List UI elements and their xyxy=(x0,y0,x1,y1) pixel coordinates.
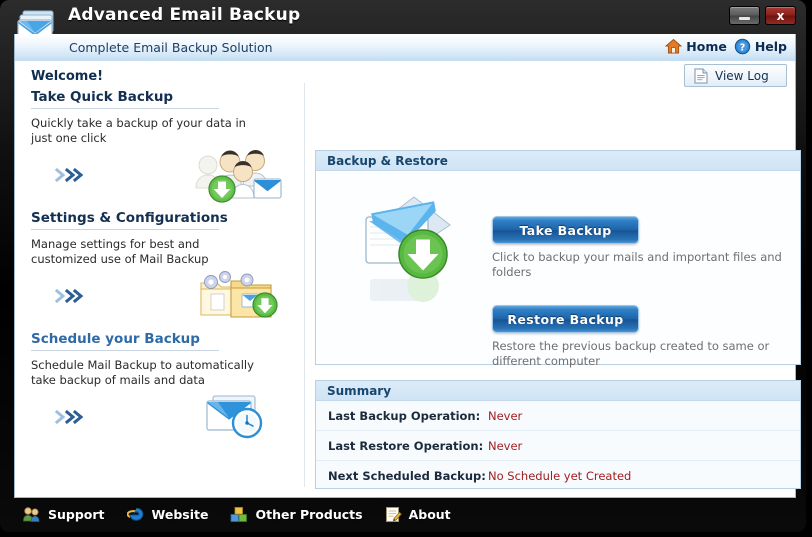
website-button[interactable]: Website xyxy=(126,506,209,523)
app-subtitle: Complete Email Backup Solution xyxy=(69,40,273,55)
other-products-button[interactable]: Other Products xyxy=(230,506,363,523)
schedule-section: Schedule your Backup Schedule Mail Backu… xyxy=(31,331,293,446)
table-row: Last Restore Operation: Never xyxy=(316,431,800,461)
schedule-row xyxy=(31,390,293,446)
summary-panel-header: Summary xyxy=(316,381,800,401)
last-restore-label: Last Restore Operation: xyxy=(328,438,484,453)
home-link[interactable]: Home xyxy=(665,38,727,55)
view-log-label: View Log xyxy=(715,68,769,83)
settings-description: Manage settings for best and customized … xyxy=(31,237,209,266)
take-backup-label: Take Backup xyxy=(519,222,612,238)
summary-panel-title: Summary xyxy=(327,383,392,398)
svg-text:?: ? xyxy=(740,42,746,53)
last-backup-label: Last Backup Operation: xyxy=(328,408,481,423)
about-label: About xyxy=(408,507,451,522)
envelope-clock-icon xyxy=(199,390,279,444)
other-products-label: Other Products xyxy=(255,507,363,522)
left-column: Take Quick Backup Quickly take a backup … xyxy=(31,89,293,489)
summary-panel: Summary Last Backup Operation: Never Las… xyxy=(315,380,801,489)
window-title: Advanced Email Backup xyxy=(68,5,301,25)
schedule-description: Schedule Mail Backup to automatically ta… xyxy=(31,358,254,387)
backup-restore-panel-body: Take Backup Click to backup your mails a… xyxy=(316,171,800,384)
help-icon: ? xyxy=(734,38,751,55)
close-button[interactable]: x xyxy=(765,6,796,25)
home-icon xyxy=(665,38,683,55)
take-backup-caption: Click to backup your mails and important… xyxy=(492,250,782,279)
quick-backup-description: Quickly take a backup of your data in ju… xyxy=(31,116,246,145)
support-button[interactable]: Support xyxy=(22,506,105,523)
settings-row xyxy=(31,269,293,325)
users-backup-icon xyxy=(191,148,283,204)
application-window: Advanced Email Backup x Complete Email B… xyxy=(0,0,812,537)
help-link[interactable]: ? Help xyxy=(734,38,787,55)
welcome-heading: Welcome! xyxy=(31,69,104,84)
table-row: Last Backup Operation: Never xyxy=(316,401,800,431)
bottom-toolbar-items: Support Website Other Products About xyxy=(22,506,451,523)
quick-backup-section: Take Quick Backup Quickly take a backup … xyxy=(31,89,293,204)
support-people-icon xyxy=(22,506,41,523)
sub-header-bar: Complete Email Backup Solution Home ? He… xyxy=(14,34,796,61)
backup-restore-panel-title: Backup & Restore xyxy=(327,153,448,168)
next-scheduled-label: Next Scheduled Backup: xyxy=(328,469,486,483)
last-restore-value: Never xyxy=(488,438,523,453)
restore-backup-button[interactable]: Restore Backup xyxy=(492,305,639,333)
minimize-icon xyxy=(739,17,750,20)
settings-arrow-button[interactable] xyxy=(55,289,89,303)
quick-backup-row xyxy=(31,148,293,204)
support-label: Support xyxy=(48,507,105,522)
about-button[interactable]: About xyxy=(385,506,451,523)
backup-restore-panel-header: Backup & Restore xyxy=(316,151,800,171)
header-links: Home ? Help xyxy=(665,38,787,55)
minimize-button[interactable] xyxy=(729,6,760,25)
close-icon: x xyxy=(776,8,785,23)
divider xyxy=(31,108,219,109)
home-label: Home xyxy=(686,39,727,54)
restore-backup-caption: Restore the previous backup created to s… xyxy=(492,339,770,368)
envelope-download-icon xyxy=(356,191,460,309)
help-label: Help xyxy=(754,39,787,54)
schedule-arrow-button[interactable] xyxy=(55,410,89,424)
products-boxes-icon xyxy=(230,506,248,523)
settings-title: Settings & Configurations xyxy=(31,210,228,226)
table-row: Next Scheduled Backup: No Schedule yet C… xyxy=(316,461,800,491)
window-controls: x xyxy=(729,6,796,25)
divider xyxy=(31,229,219,230)
bottom-toolbar: Support Website Other Products About xyxy=(0,498,806,532)
internet-explorer-icon xyxy=(126,506,145,523)
take-backup-button[interactable]: Take Backup xyxy=(492,216,639,244)
backup-restore-panel: Backup & Restore Take Backup Click to ba… xyxy=(315,150,801,368)
column-divider xyxy=(304,83,305,487)
about-pencil-note-icon xyxy=(385,506,402,523)
title-bar: Advanced Email Backup x xyxy=(0,0,806,34)
folder-gears-icon xyxy=(199,269,283,323)
schedule-title[interactable]: Schedule your Backup xyxy=(31,331,293,350)
next-scheduled-value: No Schedule yet Created xyxy=(488,469,632,483)
divider xyxy=(31,350,219,351)
summary-rows: Last Backup Operation: Never Last Restor… xyxy=(316,401,800,491)
view-log-button[interactable]: View Log xyxy=(684,64,787,87)
client-area: Welcome! View Log Take Quick Backup Quic… xyxy=(14,61,801,498)
quick-backup-arrow-button[interactable] xyxy=(55,168,89,182)
document-icon xyxy=(694,68,708,84)
website-label: Website xyxy=(151,507,209,522)
restore-backup-label: Restore Backup xyxy=(507,311,624,327)
quick-backup-title: Take Quick Backup xyxy=(31,89,174,105)
last-backup-value: Never xyxy=(488,408,523,423)
settings-section: Settings & Configurations Manage setting… xyxy=(31,210,293,325)
